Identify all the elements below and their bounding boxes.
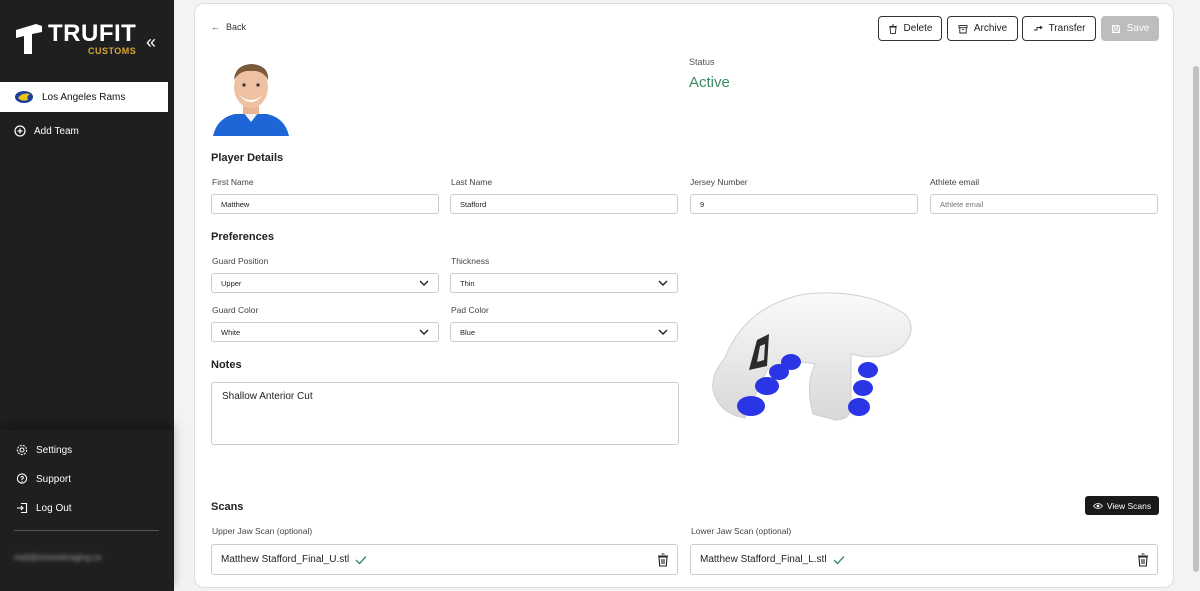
back-button[interactable]: ← Back xyxy=(211,22,246,32)
delete-button[interactable]: Delete xyxy=(878,16,942,41)
back-label: Back xyxy=(226,22,247,32)
view-scans-label: View Scans xyxy=(1106,500,1152,511)
upper-scan-filename: Matthew Stafford_Final_U.stl xyxy=(221,554,350,565)
check-icon xyxy=(833,555,845,565)
guard-position-value: Upper xyxy=(221,278,242,288)
chevron-down-icon xyxy=(658,329,668,335)
chevron-down-icon xyxy=(658,280,668,286)
arrow-left-icon: ← xyxy=(211,22,220,32)
add-team-button[interactable]: Add Team xyxy=(14,125,79,137)
lower-scan-filename: Matthew Stafford_Final_L.stl xyxy=(700,554,827,565)
support-label: Support xyxy=(36,473,72,485)
guard-color-select[interactable]: White xyxy=(211,322,439,342)
player-card: ← Back Delete Archive Transfer Save Stat… xyxy=(194,3,1174,588)
sidebar-divider xyxy=(14,530,159,531)
status-value: Active xyxy=(689,74,730,91)
upper-scan-label: Upper Jaw Scan (optional) xyxy=(212,526,313,536)
chevron-down-icon xyxy=(419,329,429,335)
sidebar: TRUFIT CUSTOMS « Los Angeles Rams Add Te… xyxy=(0,0,174,591)
sidebar-item-label: Los Angeles Rams xyxy=(42,91,126,103)
preferences-title: Preferences xyxy=(211,231,274,243)
scans-title: Scans xyxy=(211,501,244,513)
settings-link[interactable]: Settings xyxy=(16,444,72,456)
trash-icon[interactable] xyxy=(1137,553,1149,567)
athlete-email-input[interactable]: Athlete email xyxy=(930,194,1158,214)
notes-textarea[interactable]: Shallow Anterior Cut xyxy=(211,382,679,445)
athlete-email-label: Athlete email xyxy=(930,177,980,187)
archive-icon xyxy=(958,24,968,33)
archive-label: Archive xyxy=(973,23,1008,34)
save-button[interactable]: Save xyxy=(1101,16,1159,41)
transfer-label: Transfer xyxy=(1048,23,1086,34)
gear-icon xyxy=(16,444,28,456)
page-scrollbar[interactable] xyxy=(1193,66,1199,572)
status-label: Status xyxy=(689,57,715,67)
transfer-icon xyxy=(1033,25,1043,30)
guard-color-value: White xyxy=(221,327,241,337)
logout-label: Log Out xyxy=(36,502,72,514)
lower-scan-label: Lower Jaw Scan (optional) xyxy=(691,526,792,536)
player-details-title: Player Details xyxy=(211,152,284,164)
archive-button[interactable]: Archive xyxy=(947,16,1018,41)
guard-color-label: Guard Color xyxy=(212,305,259,315)
collapse-sidebar-icon[interactable]: « xyxy=(146,32,156,53)
jersey-number-label: Jersey Number xyxy=(690,177,748,187)
mouthguard-preview[interactable] xyxy=(705,286,925,426)
pad-color-select[interactable]: Blue xyxy=(450,322,678,342)
rams-logo-icon xyxy=(15,91,33,103)
last-name-input[interactable]: Stafford xyxy=(450,194,678,214)
notes-title: Notes xyxy=(211,359,242,371)
last-name-label: Last Name xyxy=(451,177,493,187)
check-icon xyxy=(355,555,367,565)
sidebar-item-team[interactable]: Los Angeles Rams xyxy=(0,82,168,112)
settings-label: Settings xyxy=(36,444,73,456)
pad-color-label: Pad Color xyxy=(451,305,489,315)
upper-scan-field[interactable]: Matthew Stafford_Final_U.stl xyxy=(211,544,678,575)
user-email: matt@sharedimaging.ca xyxy=(14,553,101,562)
brand-logo[interactable]: TRUFIT CUSTOMS xyxy=(14,22,136,56)
sidebar-footer: Settings Support Log Out matt@sharedimag… xyxy=(0,430,174,591)
lower-scan-field[interactable]: Matthew Stafford_Final_L.stl xyxy=(690,544,1158,575)
logout-icon xyxy=(17,502,28,514)
save-icon xyxy=(1111,24,1120,33)
save-label: Save xyxy=(1126,23,1150,34)
trash-icon xyxy=(888,24,897,34)
support-link[interactable]: Support xyxy=(16,473,71,485)
jersey-number-input[interactable]: 9 xyxy=(690,194,918,214)
help-icon xyxy=(16,473,28,484)
guard-position-select[interactable]: Upper xyxy=(211,273,439,293)
transfer-button[interactable]: Transfer xyxy=(1022,16,1096,41)
trufit-logo-icon xyxy=(16,24,42,54)
chevron-down-icon xyxy=(419,280,429,286)
pad-color-value: Blue xyxy=(460,327,476,337)
add-team-label: Add Team xyxy=(34,125,79,137)
thickness-select[interactable]: Thin xyxy=(450,273,678,293)
delete-label: Delete xyxy=(903,23,933,34)
guard-position-label: Guard Position xyxy=(212,256,269,266)
eye-icon xyxy=(1092,502,1103,509)
brand-subtitle: CUSTOMS xyxy=(87,46,137,56)
first-name-input[interactable]: Matthew xyxy=(211,194,439,214)
brand-title: TRUFIT xyxy=(48,20,137,47)
logout-link[interactable]: Log Out xyxy=(16,502,72,514)
plus-circle-icon xyxy=(14,125,26,137)
player-avatar xyxy=(213,64,289,136)
view-scans-button[interactable]: View Scans xyxy=(1085,496,1159,515)
thickness-label: Thickness xyxy=(451,256,490,266)
first-name-label: First Name xyxy=(212,177,254,187)
trash-icon[interactable] xyxy=(657,553,669,567)
thickness-value: Thin xyxy=(460,278,475,288)
